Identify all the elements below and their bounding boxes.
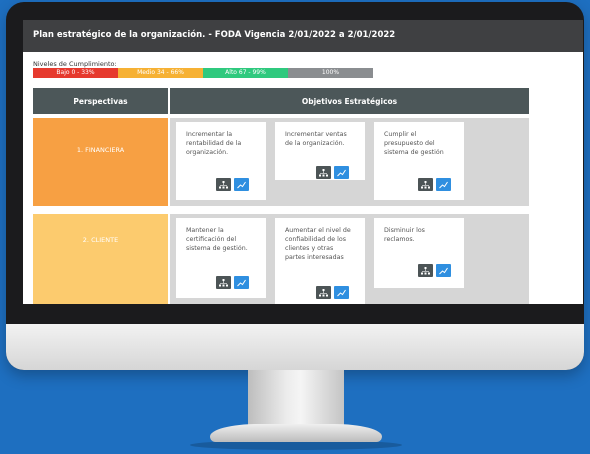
chart-icon[interactable]: [334, 166, 349, 179]
objective-text: Incrementar la rentabilidad de la organi…: [186, 131, 242, 156]
monitor-stand-base: [210, 424, 382, 442]
level-high: Alto 67 - 99%: [203, 68, 288, 78]
hierarchy-icon[interactable]: [216, 276, 231, 289]
chart-icon[interactable]: [436, 264, 451, 277]
levels-legend: Bajo 0 - 33% Medio 34 - 66% Alto 67 - 99…: [33, 68, 373, 78]
chart-icon[interactable]: [334, 286, 349, 299]
perspective-cliente: 2. CLIENTE: [33, 214, 168, 304]
hierarchy-icon[interactable]: [316, 166, 331, 179]
objective-text: Aumentar el nivel de confiabilidad de lo…: [285, 227, 351, 261]
chart-icon[interactable]: [234, 178, 249, 191]
hierarchy-icon[interactable]: [418, 178, 433, 191]
objective-actions: [316, 286, 349, 299]
header-objectives: Objetivos Estratégicos: [170, 88, 529, 114]
objective-actions: [316, 166, 349, 179]
monitor-chin: [6, 324, 584, 370]
hierarchy-icon[interactable]: [418, 264, 433, 277]
objective-actions: [418, 178, 451, 191]
header-perspectives: Perspectivas: [33, 88, 168, 114]
objective-actions: [216, 276, 249, 289]
level-complete: 100%: [288, 68, 373, 78]
objective-text: Cumplir el presupuesto del sistema de ge…: [384, 131, 444, 156]
objective-card[interactable]: Disminuir los reclamos.: [374, 218, 464, 288]
hierarchy-icon[interactable]: [216, 178, 231, 191]
monitor-stand-neck: [248, 370, 344, 432]
screen: Plan estratégico de la organización. - F…: [23, 20, 583, 304]
chart-icon[interactable]: [436, 178, 451, 191]
levels-label: Niveles de Cumplimiento:: [33, 60, 117, 68]
level-medium: Medio 34 - 66%: [118, 68, 203, 78]
chart-icon[interactable]: [234, 276, 249, 289]
objective-text: Disminuir los reclamos.: [384, 227, 425, 243]
level-low: Bajo 0 - 33%: [33, 68, 118, 78]
hierarchy-icon[interactable]: [316, 286, 331, 299]
objective-actions: [216, 178, 249, 191]
perspective-financiera: 1. FINANCIERA: [33, 118, 168, 206]
objective-text: Incrementar ventas de la organización.: [285, 131, 347, 147]
objective-text: Mantener la certificación del sistema de…: [186, 227, 248, 252]
page-title: Plan estratégico de la organización. - F…: [23, 20, 583, 52]
objective-actions: [418, 264, 451, 277]
